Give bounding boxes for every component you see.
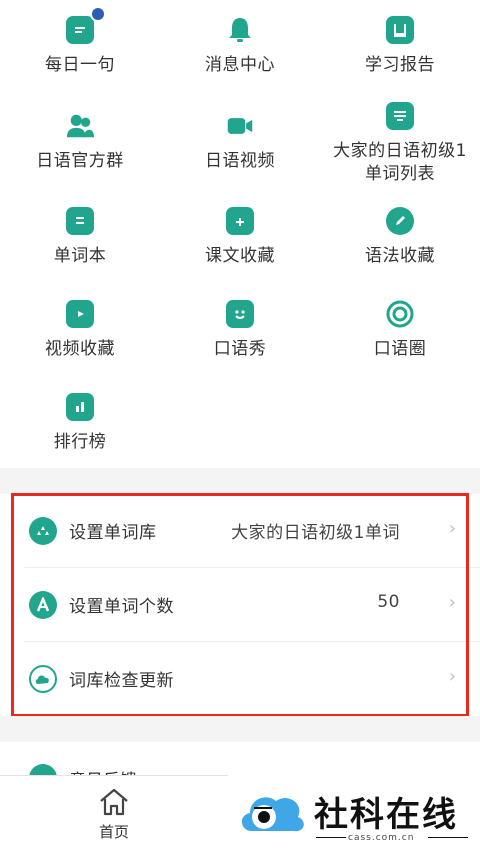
watermark-logo: 社科在线 cass.com.cn: [228, 775, 480, 853]
play-video-icon: [66, 300, 94, 328]
list-icon: [386, 102, 414, 130]
grid-item-label: 学习报告: [365, 55, 435, 75]
watermark-rule: [316, 837, 346, 838]
tab-home[interactable]: 首页: [0, 775, 228, 853]
grid-item-label: 大家的日语初级1单词列表: [333, 141, 467, 184]
grid-item-speaking-show[interactable]: 口语秀: [160, 300, 320, 361]
grid-item-label: 日语官方群: [36, 151, 124, 171]
grid-item-vocab-book[interactable]: 单词本: [0, 207, 160, 268]
video-camera-icon: [226, 112, 254, 140]
watermark-domain: cass.com.cn: [348, 833, 415, 843]
home-icon: [97, 787, 131, 817]
notebook-icon: [66, 207, 94, 235]
grid-item-label: 课文收藏: [205, 246, 275, 266]
section-divider: [0, 468, 480, 494]
grid-item-label: 单词本: [53, 246, 107, 266]
grid-item-label: 视频收藏: [45, 339, 115, 359]
bell-icon: [226, 16, 254, 44]
bar-chart-icon: [66, 393, 94, 421]
group-people-icon: [66, 112, 94, 140]
grid-item-japanese-video[interactable]: 日语视频: [160, 112, 320, 173]
calendar-plus-icon: [226, 207, 254, 235]
tab-home-label: 首页: [98, 823, 129, 841]
notification-badge: [90, 6, 106, 22]
grid-item-label: 排行榜: [53, 432, 107, 452]
grid-item-label: 口语圈: [373, 339, 427, 359]
grid-item-message-center[interactable]: 消息中心: [160, 16, 320, 77]
section-divider: [0, 716, 480, 742]
grid-item-speaking-circle[interactable]: 口语圈: [320, 300, 480, 361]
grid-item-text-favorites[interactable]: 课文收藏: [160, 207, 320, 268]
grid-item-video-favorites[interactable]: 视频收藏: [0, 300, 160, 361]
watermark-rule: [428, 837, 468, 838]
chat-bubble-icon: [66, 6, 106, 44]
smile-face-icon: [226, 300, 254, 328]
grid-item-label: 日语视频: [205, 151, 275, 171]
report-book-icon: [386, 16, 414, 44]
watermark-title: 社科在线: [314, 795, 458, 835]
cloud-logo-icon: [241, 797, 304, 832]
grid-item-grammar-favorites[interactable]: 语法收藏: [320, 207, 480, 268]
grid-item-leaderboard[interactable]: 排行榜: [0, 393, 160, 454]
circle-ring-icon: [386, 300, 414, 328]
highlight-box: [11, 493, 469, 717]
grid-item-label: 语法收藏: [365, 246, 435, 266]
grid-item-label: 口语秀: [213, 339, 267, 359]
grid-item-official-group[interactable]: 日语官方群: [0, 112, 160, 173]
grid-item-daily-sentence[interactable]: 每日一句: [0, 6, 160, 77]
grid-item-study-report[interactable]: 学习报告: [320, 16, 480, 77]
feature-grid: 每日一句 消息中心 学习报告 日语官方群 日语视频 大家的日语初级1单词列表 单…: [0, 0, 480, 468]
pencil-badge-icon: [386, 207, 414, 235]
grid-item-word-list[interactable]: 大家的日语初级1单词列表: [320, 102, 480, 186]
grid-item-label: 每日一句: [45, 55, 115, 75]
grid-item-label: 消息中心: [205, 55, 275, 75]
